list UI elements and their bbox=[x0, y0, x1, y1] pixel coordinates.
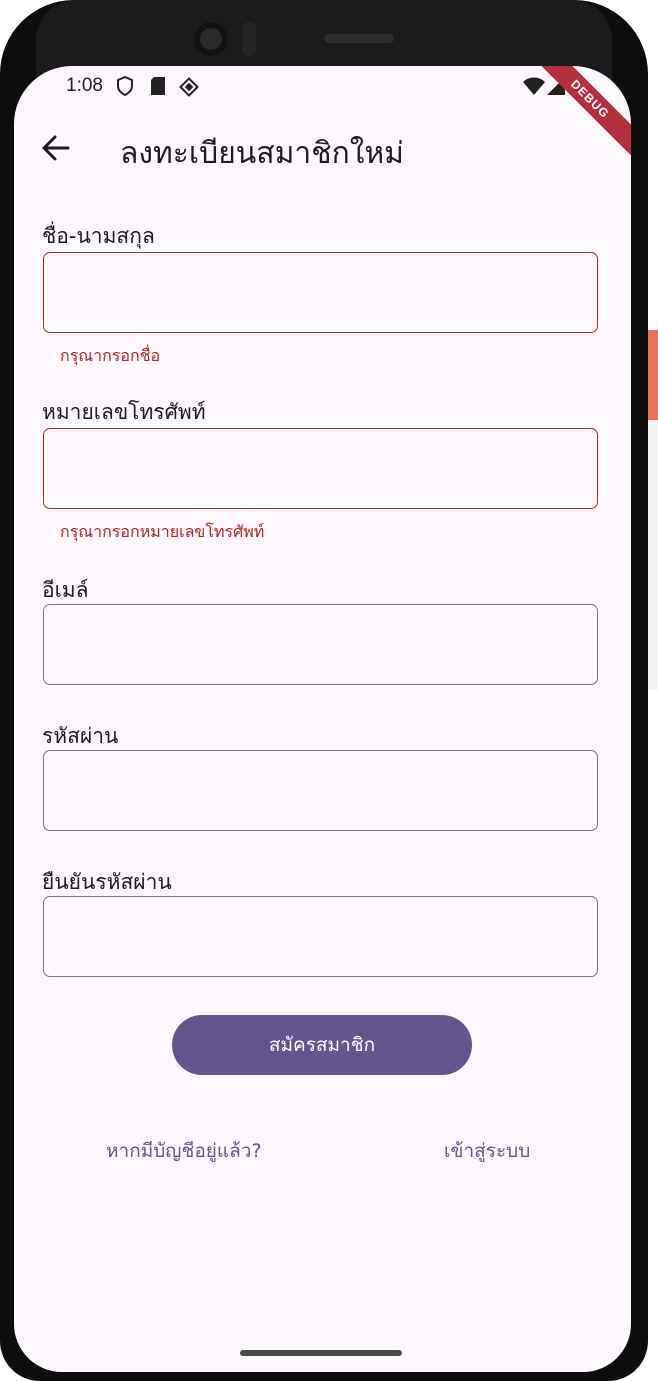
earpiece-speaker bbox=[324, 34, 394, 43]
name-field[interactable] bbox=[43, 252, 598, 333]
status-time: 1:08 bbox=[66, 75, 103, 96]
wifi-icon bbox=[523, 77, 545, 95]
background-window-accent bbox=[648, 330, 658, 420]
register-button[interactable]: สมัครสมาชิก bbox=[172, 1015, 472, 1075]
nfc-icon bbox=[179, 77, 199, 97]
app-bar: ลงทะเบียนสมาชิกใหม่ bbox=[14, 116, 631, 180]
sd-card-icon bbox=[151, 77, 165, 95]
email-field[interactable] bbox=[43, 604, 598, 685]
background-window-strip bbox=[648, 0, 658, 330]
app-screen: 1:08 DEBUG ลงทะเบียนสมาชิกใหม่ ชื่อ-นามส… bbox=[14, 66, 631, 1372]
name-error: กรุณากรอกชื่อ bbox=[60, 346, 161, 365]
password-field[interactable] bbox=[43, 750, 598, 831]
phone-frame: 1:08 DEBUG ลงทะเบียนสมาชิกใหม่ ชื่อ-นามส… bbox=[0, 0, 648, 1381]
home-indicator bbox=[240, 1350, 402, 1356]
front-camera bbox=[194, 22, 228, 56]
phone-label: หมายเลขโทรศัพท์ bbox=[42, 400, 206, 424]
shield-icon bbox=[117, 76, 133, 96]
have-account-link[interactable]: หากมีบัญชีอยู่แล้ว? bbox=[106, 1136, 262, 1166]
background-window-panel bbox=[648, 420, 658, 690]
name-label: ชื่อ-นามสกุล bbox=[42, 224, 155, 248]
confirm-password-label: ยืนยันรหัสผ่าน bbox=[42, 870, 172, 894]
email-label: อีเมล์ bbox=[42, 578, 89, 602]
phone-field[interactable] bbox=[43, 428, 598, 509]
status-bar: 1:08 DEBUG bbox=[14, 66, 631, 160]
confirm-password-field[interactable] bbox=[43, 896, 598, 977]
phone-error: กรุณากรอกหมายเลขโทรศัพท์ bbox=[60, 522, 265, 541]
login-link[interactable]: เข้าสู่ระบบ bbox=[444, 1136, 530, 1166]
password-label: รหัสผ่าน bbox=[42, 724, 119, 748]
back-arrow-icon[interactable] bbox=[36, 128, 76, 168]
page-title: ลงทะเบียนสมาชิกใหม่ bbox=[120, 136, 404, 171]
proximity-sensor bbox=[242, 22, 256, 56]
